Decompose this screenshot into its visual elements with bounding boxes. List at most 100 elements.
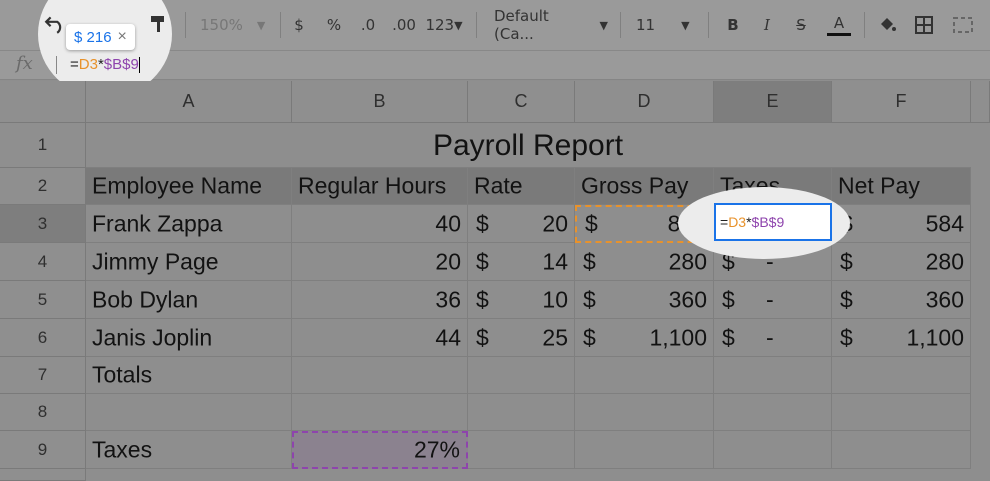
- select-all-corner[interactable]: [0, 81, 86, 123]
- col-label: A: [182, 91, 195, 111]
- empty-cell[interactable]: [714, 357, 832, 394]
- col-header-c[interactable]: C: [468, 81, 575, 123]
- text-color-button[interactable]: A: [826, 10, 852, 40]
- header-cell-employee[interactable]: Employee Name: [86, 168, 292, 205]
- empty-cell[interactable]: [292, 394, 468, 431]
- currency-symbol: $: [585, 210, 598, 237]
- gross-cell[interactable]: $280: [575, 243, 714, 281]
- col-header-b[interactable]: B: [292, 81, 468, 123]
- hours-value: 20: [435, 248, 461, 274]
- row-label: 7: [37, 365, 48, 384]
- col-label: C: [514, 91, 528, 111]
- tax-rate-cell-b9[interactable]: 27%: [292, 431, 468, 469]
- row-header-10[interactable]: [0, 469, 86, 481]
- header-cell-net[interactable]: Net Pay: [832, 168, 971, 205]
- close-icon[interactable]: ×: [118, 28, 127, 46]
- rate-cell[interactable]: $20: [468, 205, 575, 243]
- name-cell[interactable]: Frank Zappa: [86, 205, 292, 243]
- empty-cell[interactable]: [86, 394, 292, 431]
- chevron-down-icon: ▼: [256, 18, 266, 32]
- fill-color-icon[interactable]: [876, 10, 898, 40]
- taxes-label-cell[interactable]: Taxes: [86, 431, 292, 469]
- more-formats-select[interactable]: 123 ▼: [424, 10, 464, 40]
- net-value: 1,100: [906, 324, 964, 350]
- gross-value: 360: [668, 286, 707, 312]
- cell-formula: =D3*$B$9: [720, 214, 784, 230]
- row-label: 5: [37, 289, 48, 309]
- italic-button[interactable]: I: [756, 10, 778, 40]
- net-cell[interactable]: $280: [832, 243, 971, 281]
- row-header-4[interactable]: 4: [0, 243, 86, 281]
- rate-cell[interactable]: $14: [468, 243, 575, 281]
- percent-format-button[interactable]: %: [322, 10, 346, 40]
- active-cell-editor[interactable]: =D3*$B$9: [714, 203, 832, 241]
- gross-cell[interactable]: $360: [575, 281, 714, 319]
- hours-cell[interactable]: 20: [292, 243, 468, 281]
- row-header-6[interactable]: 6: [0, 319, 86, 357]
- borders-icon[interactable]: [912, 10, 936, 40]
- rate-value: 20: [542, 210, 568, 236]
- merge-cells-icon[interactable]: [950, 10, 976, 40]
- rate-cell[interactable]: $10: [468, 281, 575, 319]
- divider: [56, 56, 57, 74]
- col-header-g[interactable]: [971, 81, 990, 123]
- rate-cell[interactable]: $25: [468, 319, 575, 357]
- text-cursor: [138, 57, 140, 74]
- hours-cell[interactable]: 44: [292, 319, 468, 357]
- taxes-cell[interactable]: $ -: [714, 319, 832, 357]
- name-cell[interactable]: Jimmy Page: [86, 243, 292, 281]
- bold-button[interactable]: B: [722, 10, 744, 40]
- hours-cell[interactable]: 40: [292, 205, 468, 243]
- empty-cell[interactable]: [832, 394, 971, 431]
- row-header-9[interactable]: 9: [0, 431, 86, 469]
- font-size-select[interactable]: 11 ▼: [636, 10, 696, 40]
- currency-format-button[interactable]: $: [288, 10, 310, 40]
- empty-cell[interactable]: [468, 394, 575, 431]
- gross-value: 280: [668, 248, 707, 274]
- formula-ref-b9: $B$9: [103, 56, 139, 73]
- net-cell[interactable]: $1,100: [832, 319, 971, 357]
- header-cell-rate[interactable]: Rate: [468, 168, 575, 205]
- empty-cell[interactable]: [832, 357, 971, 394]
- empty-cell[interactable]: [714, 394, 832, 431]
- empty-cell[interactable]: [714, 431, 832, 469]
- formula-input[interactable]: =D3*$B$9: [70, 56, 140, 74]
- zoom-value: 150%: [200, 16, 243, 34]
- row-header-1[interactable]: 1: [0, 123, 86, 168]
- row-header-8[interactable]: 8: [0, 394, 86, 431]
- totals-label-cell[interactable]: Totals: [86, 357, 292, 394]
- currency-symbol: $: [583, 286, 596, 312]
- row-label: 3: [37, 213, 48, 233]
- empty-cell[interactable]: [575, 357, 714, 394]
- row-header-2[interactable]: 2: [0, 168, 86, 205]
- row-header-7[interactable]: 7: [0, 357, 86, 394]
- col-header-f[interactable]: F: [832, 81, 971, 123]
- row-header-3[interactable]: 3: [0, 205, 86, 243]
- empty-cell[interactable]: [575, 431, 714, 469]
- empty-cell[interactable]: [468, 357, 575, 394]
- header-cell-hours[interactable]: Regular Hours: [292, 168, 468, 205]
- name-cell[interactable]: Bob Dylan: [86, 281, 292, 319]
- empty-cell[interactable]: [292, 357, 468, 394]
- col-header-a[interactable]: A: [86, 81, 292, 123]
- zoom-select[interactable]: 150% ▼: [200, 10, 270, 40]
- empty-cell[interactable]: [575, 394, 714, 431]
- header-cell-gross[interactable]: Gross Pay: [575, 168, 714, 205]
- net-cell[interactable]: $360: [832, 281, 971, 319]
- decrease-decimal-button[interactable]: .0: [356, 10, 380, 40]
- col-header-d[interactable]: D: [575, 81, 714, 123]
- hours-cell[interactable]: 36: [292, 281, 468, 319]
- name-cell[interactable]: Janis Joplin: [86, 319, 292, 357]
- col-header-e[interactable]: E: [714, 81, 832, 123]
- empty-cell[interactable]: [832, 431, 971, 469]
- font-select[interactable]: Default (Ca... ▼: [494, 7, 608, 43]
- increase-decimal-button[interactable]: .00: [390, 10, 418, 40]
- strikethrough-button[interactable]: S: [790, 10, 812, 40]
- gross-cell[interactable]: $1,100: [575, 319, 714, 357]
- row-header-5[interactable]: 5: [0, 281, 86, 319]
- empty-cell[interactable]: [468, 431, 575, 469]
- taxes-cell[interactable]: $ -: [714, 281, 832, 319]
- currency-symbol: $: [840, 286, 853, 312]
- net-cell[interactable]: $584: [832, 205, 971, 243]
- separator: [280, 12, 281, 38]
